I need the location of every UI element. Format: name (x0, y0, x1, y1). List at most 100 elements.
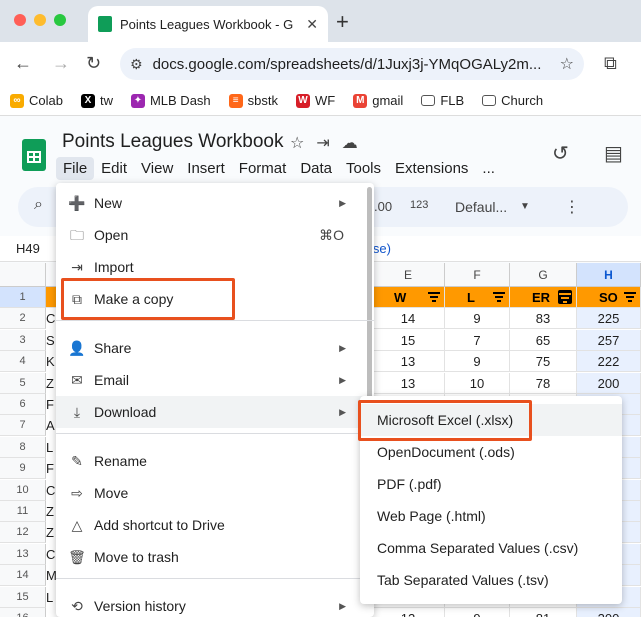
forward-icon[interactable]: → (52, 53, 70, 74)
file-menu-item-download[interactable]: ⤓ Download ▶ (56, 396, 374, 428)
file-menu-item-move[interactable]: ⇨ Move (56, 477, 374, 509)
file-menu-item-open[interactable]: 🗀 Open ⌘O (56, 219, 374, 251)
left-cell-fragment[interactable]: K (46, 351, 56, 372)
menu-file[interactable]: File (56, 157, 95, 180)
row-header[interactable]: 8 (0, 436, 46, 458)
select-all-corner[interactable] (0, 263, 46, 287)
row-header[interactable]: 1 (0, 287, 46, 308)
bookmark-4[interactable]: W WF (296, 93, 335, 108)
bookmark-7[interactable]: Church (482, 93, 543, 108)
table-cell[interactable]: 65 (510, 329, 577, 351)
table-cell[interactable]: 222 (577, 351, 641, 373)
new-tab-icon[interactable]: + (336, 9, 349, 35)
row-header[interactable]: 7 (0, 415, 46, 437)
table-cell[interactable]: 10 (445, 372, 510, 394)
left-cell-fragment[interactable]: Z (46, 373, 56, 394)
back-icon[interactable]: ← (14, 53, 32, 74)
column-header-f[interactable]: F (445, 263, 510, 287)
file-menu-item-add-shortcut-to-drive[interactable]: △ Add shortcut to Drive (56, 509, 374, 541)
minimize-window-button[interactable] (34, 14, 46, 26)
left-cell-fragment[interactable]: M (46, 565, 56, 586)
file-menu-item-new[interactable]: ➕ New ▶ (56, 187, 374, 219)
table-cell[interactable]: 81 (510, 608, 577, 617)
bookmark-3[interactable]: ≡ sbstk (228, 93, 278, 108)
table-cell[interactable]: 9 (445, 308, 510, 330)
menu-edit[interactable]: Edit (94, 157, 134, 180)
row-header[interactable]: 3 (0, 329, 46, 351)
menu-data[interactable]: Data (293, 157, 339, 180)
file-menu-item-import[interactable]: ⇥ Import (56, 251, 374, 283)
table-cell[interactable]: 75 (510, 351, 577, 373)
reload-icon[interactable]: ↻ (86, 53, 101, 74)
header-cell[interactable]: SO (577, 287, 641, 308)
table-cell[interactable]: 78 (510, 372, 577, 394)
filter-icon[interactable] (428, 292, 440, 302)
comments-icon[interactable]: ▤ (604, 141, 623, 166)
download-option[interactable]: Microsoft Excel (.xlsx) (360, 404, 622, 436)
table-cell[interactable]: 14 (372, 308, 445, 330)
filter-icon[interactable] (624, 292, 636, 302)
row-header[interactable]: 15 (0, 586, 46, 608)
row-header[interactable]: 10 (0, 479, 46, 501)
download-option[interactable]: PDF (.pdf) (360, 468, 622, 500)
header-cell[interactable]: W (372, 287, 445, 308)
file-menu-item-make-a-copy[interactable]: ⧉ Make a copy (56, 283, 374, 315)
row-header[interactable]: 11 (0, 501, 46, 522)
file-menu-item-rename[interactable]: ✎ Rename (56, 445, 374, 477)
download-option[interactable]: Tab Separated Values (.tsv) (360, 564, 622, 596)
number-format-button[interactable]: 123 (410, 199, 428, 211)
row-header[interactable]: 5 (0, 372, 46, 394)
download-option[interactable]: OpenDocument (.ods) (360, 436, 622, 468)
left-cell-fragment[interactable]: A (46, 415, 56, 436)
bookmark-2[interactable]: ✦ MLB Dash (130, 93, 211, 108)
cloud-status-icon[interactable]: ☁ (342, 133, 358, 153)
menu-insert[interactable]: Insert (180, 157, 232, 180)
table-cell[interactable]: 7 (445, 329, 510, 351)
sheets-logo-icon[interactable] (22, 139, 46, 171)
left-cell-fragment[interactable]: F (46, 458, 56, 479)
extensions-icon[interactable]: ⧉ (604, 53, 617, 74)
bookmark-1[interactable]: Xtw (80, 93, 113, 108)
column-header-e[interactable]: E (372, 263, 445, 287)
row-header[interactable]: 9 (0, 458, 46, 480)
filter-icon[interactable] (558, 290, 572, 304)
left-cell-fragment[interactable] (46, 608, 56, 617)
left-cell-fragment[interactable]: L (46, 437, 56, 458)
table-cell[interactable]: 9 (445, 351, 510, 373)
row-header[interactable]: 12 (0, 522, 46, 544)
more-options-icon[interactable]: ⋮ (564, 197, 580, 217)
left-cell-fragment[interactable]: C (46, 480, 56, 501)
table-cell[interactable]: 257 (577, 329, 641, 351)
menu-more[interactable]: ... (475, 157, 502, 180)
table-cell[interactable]: 12 (372, 608, 445, 617)
header-cell[interactable]: L (445, 287, 510, 308)
row-header[interactable]: 14 (0, 565, 46, 587)
menu-format[interactable]: Format (232, 157, 294, 180)
table-cell[interactable]: 15 (372, 329, 445, 351)
left-cell-fragment[interactable]: L (46, 587, 56, 608)
left-cell-fragment[interactable]: Z (46, 522, 56, 543)
table-cell[interactable]: 83 (510, 308, 577, 330)
left-cell-fragment[interactable]: S (46, 330, 56, 351)
left-cell-fragment[interactable]: C (46, 544, 56, 565)
table-cell[interactable]: 200 (577, 372, 641, 394)
row-header[interactable]: 16 (0, 608, 46, 617)
download-option[interactable]: Comma Separated Values (.csv) (360, 532, 622, 564)
column-header-h[interactable]: H (577, 263, 641, 287)
filter-icon[interactable] (493, 292, 505, 302)
left-cell-fragment[interactable]: Z (46, 501, 56, 522)
download-option[interactable]: Web Page (.html) (360, 500, 622, 532)
row-header[interactable]: 13 (0, 543, 46, 565)
menu-view[interactable]: View (134, 157, 180, 180)
left-cell-fragment[interactable]: C (46, 308, 56, 329)
search-menus-icon[interactable]: ⌕ (34, 196, 43, 214)
bookmark-5[interactable]: Mgmail (353, 93, 403, 108)
font-family-select[interactable]: Defaul... (455, 199, 507, 215)
bookmark-star-icon[interactable]: ☆ (560, 54, 574, 74)
file-menu-item-share[interactable]: 👤 Share ▶ (56, 332, 374, 364)
move-folder-icon[interactable]: ⇥ (316, 133, 329, 153)
row-header[interactable]: 2 (0, 308, 46, 330)
font-dropdown-arrow-icon[interactable]: ▼ (520, 201, 530, 212)
maximize-window-button[interactable] (54, 14, 66, 26)
decimal-places-button[interactable]: .00 (374, 199, 392, 214)
